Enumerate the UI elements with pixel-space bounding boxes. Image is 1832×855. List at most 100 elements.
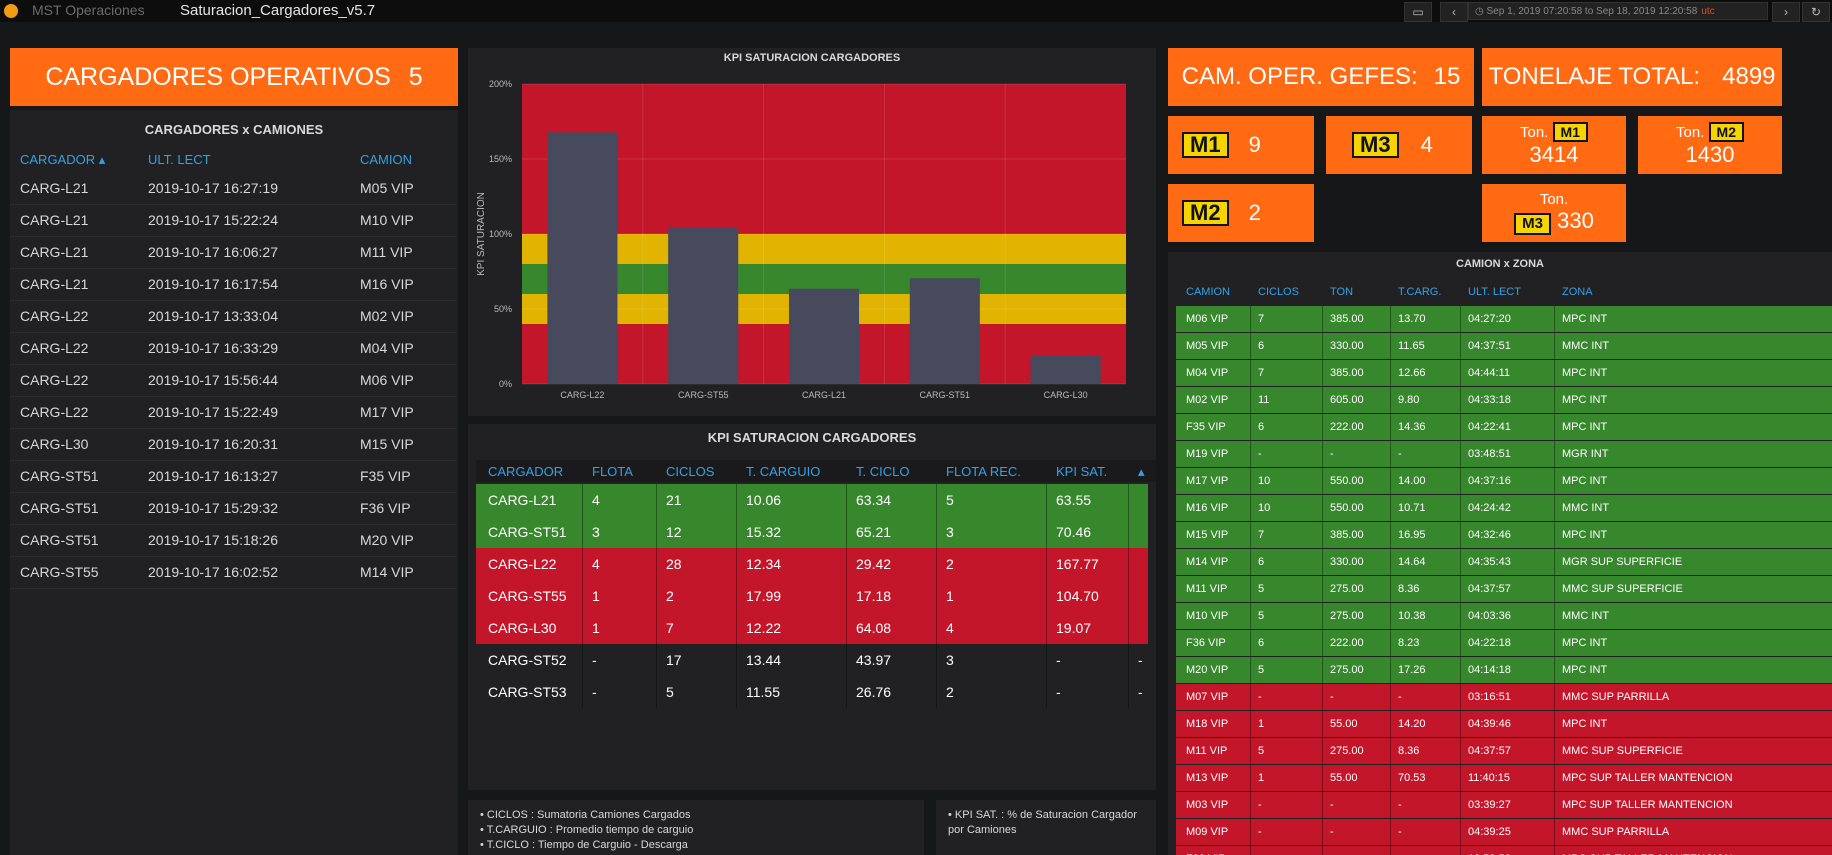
table-cell: - <box>1258 826 1262 838</box>
ton-m1-stat: Ton. M1 3414 <box>1482 116 1626 174</box>
column-header[interactable]: ULT. LECT <box>148 152 211 167</box>
table-row: M09 VIP - - - 04:39:25 MMC SUP PARRILLA <box>1176 819 1832 845</box>
time-back-icon[interactable]: ‹ <box>1440 2 1468 22</box>
column-divider <box>656 612 657 644</box>
table-cell: F35 VIP <box>1186 421 1226 433</box>
column-header[interactable]: CARGADOR <box>488 464 563 479</box>
table-row: M11 VIP 5 275.00 8.36 04:37:57 MMC SUP SUPERF… <box>1176 738 1832 764</box>
column-divider <box>1322 819 1323 845</box>
column-divider <box>1322 711 1323 737</box>
note-item: CICLOS : Sumatoria Camiones Cargados <box>480 808 693 823</box>
time-range-picker[interactable]: ◷ Sep 1, 2019 07:20:58 to Sep 18, 2019 1… <box>1468 2 1768 20</box>
table-cell: - <box>1258 799 1262 811</box>
table-cell: F35 VIP <box>360 468 411 484</box>
column-divider <box>1460 576 1461 602</box>
chart-bar[interactable] <box>1030 355 1101 384</box>
chart-bar[interactable] <box>909 278 980 384</box>
column-divider <box>1322 306 1323 332</box>
column-divider <box>1554 468 1555 494</box>
table-cell: MPC SUP TALLER MANTENCION <box>1562 772 1733 784</box>
column-divider <box>1250 495 1251 521</box>
column-divider <box>1390 792 1391 818</box>
dashboard-title[interactable]: Saturacion_Cargadores_v5.7 <box>180 2 375 19</box>
table-cell: 1 <box>1258 718 1265 730</box>
table-cell: 12.34 <box>746 556 782 572</box>
column-divider <box>1390 414 1391 440</box>
x-tick-label: CARG-ST55 <box>678 390 729 400</box>
table-cell: 63.55 <box>1056 492 1092 508</box>
column-header[interactable]: CAMION <box>1186 286 1230 298</box>
column-divider <box>1322 387 1323 413</box>
note-item: T.CARGUIO : Promedio tiempo de carguio <box>480 823 694 838</box>
column-divider <box>582 644 583 676</box>
column-divider <box>1460 522 1461 548</box>
column-divider <box>936 644 937 676</box>
notes-list: KPI SAT. : % de Saturacion Cargador por … <box>948 808 1148 838</box>
column-header[interactable]: T. CICLO <box>856 464 909 479</box>
chart-bar[interactable] <box>668 226 739 384</box>
time-forward-icon[interactable]: › <box>1772 2 1800 22</box>
column-divider <box>1322 765 1323 791</box>
column-divider <box>736 612 737 644</box>
table-row: F35 VIP 6 222.00 14.36 04:22:41 MPC INT <box>1176 414 1832 440</box>
tv-mode-icon[interactable]: ▭ <box>1404 2 1432 22</box>
column-divider <box>1460 414 1461 440</box>
column-header[interactable]: ▴ <box>1138 464 1145 480</box>
chart-bar[interactable] <box>547 132 618 384</box>
ton-m2-stat: Ton. M2 1430 <box>1638 116 1782 174</box>
notes-list: CICLOS : Sumatoria Camiones CargadosT.CA… <box>480 808 694 853</box>
table-cell: - <box>592 652 597 668</box>
column-divider <box>1322 333 1323 359</box>
column-header[interactable]: CICLOS <box>1258 286 1299 298</box>
table-cell: 275.00 <box>1330 664 1364 676</box>
table-row: CARG-ST51 2019-10-17 15:29:32 F36 VIP <box>10 492 456 525</box>
column-divider <box>1390 576 1391 602</box>
column-divider <box>1554 360 1555 386</box>
column-header[interactable]: ZONA <box>1562 286 1593 298</box>
column-divider <box>1250 576 1251 602</box>
refresh-icon[interactable]: ↻ <box>1802 2 1830 22</box>
column-header[interactable]: TON <box>1330 286 1353 298</box>
table-row: F38 VIP---12:58:52MPC SUP TALLER MANTENC… <box>1176 846 1832 855</box>
column-divider <box>1046 580 1047 612</box>
column-divider <box>1322 576 1323 602</box>
column-header[interactable]: FLOTA <box>592 464 633 479</box>
table-cell: 03:39:27 <box>1468 799 1511 811</box>
column-divider <box>1250 522 1251 548</box>
table-cell: 16.95 <box>1398 529 1426 541</box>
table-cell: M19 VIP <box>1186 448 1229 460</box>
column-header[interactable]: T. CARGUIO <box>746 464 820 479</box>
column-divider <box>1250 765 1251 791</box>
table-cell: 7 <box>1258 529 1265 541</box>
table-cell: M16 VIP <box>360 276 414 292</box>
table-cell: 8.36 <box>1398 583 1420 595</box>
table-cell: 275.00 <box>1330 583 1364 595</box>
table-cell: 04:39:46 <box>1468 718 1511 730</box>
table-cell: MPC INT <box>1562 313 1608 325</box>
column-header[interactable]: CARGADOR ▴ <box>20 152 105 168</box>
column-header[interactable]: FLOTA REC. <box>946 464 1021 479</box>
table-cell: 11 <box>1258 394 1270 406</box>
column-divider <box>1460 819 1461 845</box>
column-divider <box>1554 711 1555 737</box>
ton-m3-tag: M3 <box>1514 213 1551 235</box>
column-header[interactable]: KPI SAT. <box>1056 464 1107 479</box>
chart-bar[interactable] <box>788 288 860 384</box>
column-divider <box>936 548 937 580</box>
table-cell: 2019-10-17 13:33:04 <box>148 308 278 324</box>
breadcrumb-folder[interactable]: MST Operaciones <box>32 2 145 18</box>
x-tick-label: CARG-L21 <box>802 390 846 400</box>
column-divider <box>1390 306 1391 332</box>
table-cell: 5 <box>1258 583 1265 595</box>
app-logo-icon[interactable] <box>4 4 18 18</box>
column-header[interactable]: T.CARG. <box>1398 286 1441 298</box>
column-divider <box>1554 765 1555 791</box>
cam-oper-gefes-stat: CAM. OPER. GEFES: 15 <box>1168 48 1474 106</box>
column-header[interactable]: ULT. LECT <box>1468 286 1521 298</box>
column-header[interactable]: CAMION <box>360 152 412 167</box>
column-header[interactable]: CICLOS <box>666 464 714 479</box>
ton-m1-tag: M1 <box>1552 122 1588 142</box>
table-row: M04 VIP 7 385.00 12.66 04:44:11 MPC INT <box>1176 360 1832 386</box>
table-cell: 10.71 <box>1398 502 1426 514</box>
table-cell: 15.32 <box>746 524 782 540</box>
